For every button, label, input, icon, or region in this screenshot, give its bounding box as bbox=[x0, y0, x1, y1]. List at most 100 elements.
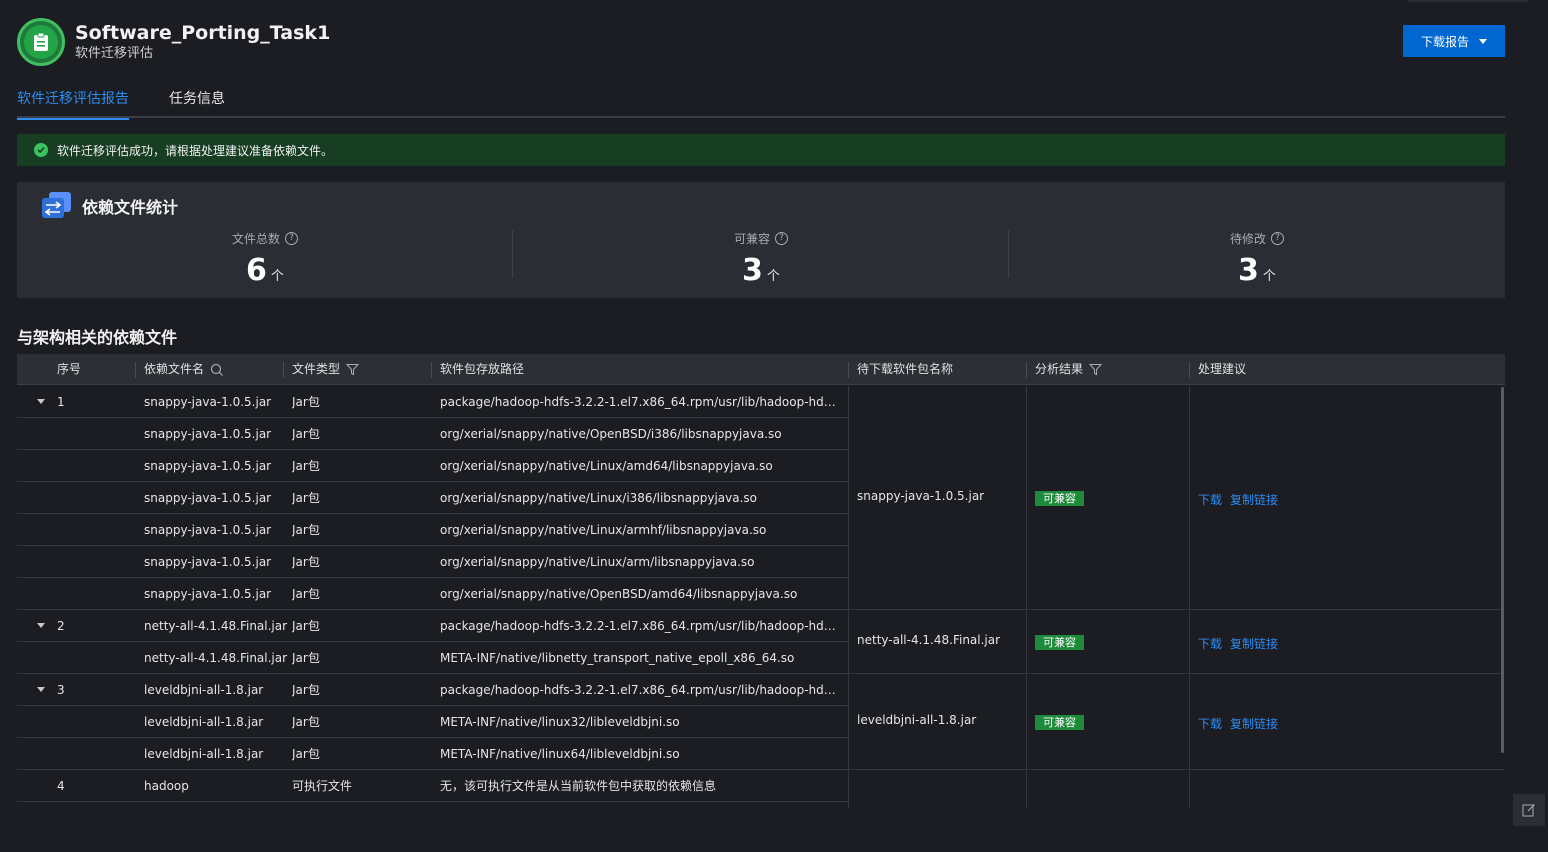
expand-row-icon[interactable] bbox=[37, 687, 45, 692]
dependency-name: netty-all-4.1.48.Final.jar bbox=[144, 651, 288, 665]
table-row: 1 snappy-java-1.0.5.jar Jar包 package/hadoop… bbox=[17, 386, 849, 418]
search-icon[interactable] bbox=[210, 363, 224, 377]
stat-total-value: 6 bbox=[246, 253, 267, 288]
row-number bbox=[57, 642, 127, 674]
package-path: org/xerial/snappy/native/Linux/i386/libs… bbox=[440, 491, 757, 505]
expand-row-icon[interactable] bbox=[37, 399, 45, 404]
table-scrollbar[interactable] bbox=[1501, 387, 1504, 753]
col-header-action: 处理建议 bbox=[1198, 362, 1247, 376]
package-path: package/hadoop-hdfs-3.2.2-1.el7.x86_64.r… bbox=[440, 619, 838, 633]
file-type: Jar包 bbox=[292, 491, 320, 505]
task-logo-icon bbox=[17, 18, 65, 66]
table-row: leveldbjni-all-1.8.jar Jar包 META-INF/nativ… bbox=[17, 706, 849, 738]
stat-total-label: 文件总数 bbox=[231, 232, 280, 246]
filter-icon[interactable] bbox=[346, 363, 360, 376]
page-header: Software_Porting_Task1 软件迁移评估 bbox=[17, 17, 330, 67]
stat-to-modify: 待修改? 3个 bbox=[1009, 228, 1505, 288]
table-row: snappy-java-1.0.5.jar Jar包 org/xerial/snap… bbox=[17, 514, 849, 546]
stat-compatible-unit: 个 bbox=[766, 269, 780, 284]
file-type: Jar包 bbox=[292, 395, 320, 409]
row-number bbox=[57, 738, 127, 770]
stat-total-unit: 个 bbox=[270, 269, 284, 284]
section-title: 与架构相关的依赖文件 bbox=[17, 328, 178, 347]
filter-icon[interactable] bbox=[1089, 363, 1103, 376]
check-circle-icon bbox=[34, 143, 48, 157]
download-link[interactable]: 下载 bbox=[1198, 491, 1222, 508]
table-header: 序号 依赖文件名 文件类型 软件包存放路径 待下载软件包名称 分析结果 处理建议 bbox=[17, 354, 1505, 385]
alert-text: 软件迁移评估成功，请根据处理建议准备依赖文件。 bbox=[57, 143, 334, 158]
table-row: snappy-java-1.0.5.jar Jar包 org/xerial/snap… bbox=[17, 482, 849, 514]
col-header-type: 文件类型 bbox=[292, 354, 360, 385]
download-report-label: 下载报告 bbox=[1420, 34, 1469, 49]
file-type: Jar包 bbox=[292, 747, 320, 761]
file-type: Jar包 bbox=[292, 683, 320, 697]
feedback-button[interactable] bbox=[1513, 794, 1545, 826]
file-type: Jar包 bbox=[292, 651, 320, 665]
result-badge: 可兼容 bbox=[1035, 491, 1084, 506]
table-row: snappy-java-1.0.5.jar Jar包 org/xerial/snap… bbox=[17, 578, 849, 610]
package-path: org/xerial/snappy/native/Linux/arm/libsn… bbox=[440, 555, 755, 569]
help-icon[interactable]: ? bbox=[1271, 232, 1284, 245]
success-alert: 软件迁移评估成功，请根据处理建议准备依赖文件。 bbox=[17, 134, 1505, 166]
table-row: netty-all-4.1.48.Final.jar Jar包 META-INF/n… bbox=[17, 642, 849, 674]
file-type: Jar包 bbox=[292, 459, 320, 473]
col-header-no: 序号 bbox=[57, 362, 82, 376]
dependency-table: 序号 依赖文件名 文件类型 软件包存放路径 待下载软件包名称 分析结果 处理建议… bbox=[17, 354, 1505, 808]
dependency-name: hadoop bbox=[144, 779, 189, 793]
copy-link[interactable]: 复制链接 bbox=[1230, 715, 1278, 732]
row-number bbox=[57, 546, 127, 578]
stat-to-modify-value: 3 bbox=[1238, 253, 1259, 288]
file-type: Jar包 bbox=[292, 555, 320, 569]
tab-task-info[interactable]: 任务信息 bbox=[169, 88, 225, 108]
row-number: 2 bbox=[57, 619, 65, 633]
row-number bbox=[57, 482, 127, 514]
help-icon[interactable]: ? bbox=[775, 232, 788, 245]
expand-row-icon[interactable] bbox=[37, 623, 45, 628]
dependency-name: leveldbjni-all-1.8.jar bbox=[144, 747, 264, 761]
package-path: 无，该可执行文件是从当前软件包中获取的依赖信息 bbox=[440, 779, 717, 793]
dependency-name: snappy-java-1.0.5.jar bbox=[144, 459, 272, 473]
dependency-name: snappy-java-1.0.5.jar bbox=[144, 555, 272, 569]
file-type: 可执行文件 bbox=[292, 779, 353, 793]
row-number bbox=[57, 578, 127, 610]
download-report-button[interactable]: 下载报告 bbox=[1403, 25, 1505, 57]
table-row: 4 hadoop 可执行文件 无，该可执行文件是从当前软件包中获取的依赖信息 bbox=[17, 770, 849, 802]
stat-to-modify-unit: 个 bbox=[1262, 269, 1276, 284]
package-name: leveldbjni-all-1.8.jar bbox=[857, 713, 977, 727]
dependency-name: leveldbjni-all-1.8.jar bbox=[144, 715, 264, 729]
table-row: snappy-java-1.0.5.jar Jar包 org/xerial/snap… bbox=[17, 450, 849, 482]
package-path: org/xerial/snappy/native/Linux/armhf/lib… bbox=[440, 523, 767, 537]
stat-compatible-value: 3 bbox=[742, 253, 763, 288]
top-strip bbox=[1408, 0, 1528, 2]
download-link[interactable]: 下载 bbox=[1198, 635, 1222, 652]
row-number bbox=[57, 706, 127, 738]
package-path: org/xerial/snappy/native/Linux/amd64/lib… bbox=[440, 459, 773, 473]
dependency-stats-panel: 依赖文件统计 文件总数? 6个 可兼容? 3个 待修改? 3个 bbox=[17, 182, 1505, 298]
dependency-name: snappy-java-1.0.5.jar bbox=[144, 523, 272, 537]
dependency-name: snappy-java-1.0.5.jar bbox=[144, 587, 272, 601]
copy-link[interactable]: 复制链接 bbox=[1230, 635, 1278, 652]
result-badge: 可兼容 bbox=[1035, 635, 1084, 650]
col-header-path: 软件包存放路径 bbox=[440, 362, 525, 376]
stat-total: 文件总数? 6个 bbox=[17, 228, 513, 288]
tab-report[interactable]: 软件迁移评估报告 bbox=[17, 88, 129, 120]
dependency-name: snappy-java-1.0.5.jar bbox=[144, 491, 272, 505]
col-header-result: 分析结果 bbox=[1035, 354, 1103, 385]
package-path: package/hadoop-hdfs-3.2.2-1.el7.x86_64.r… bbox=[440, 683, 838, 697]
download-link[interactable]: 下载 bbox=[1198, 715, 1222, 732]
help-icon[interactable]: ? bbox=[285, 232, 298, 245]
file-type: Jar包 bbox=[292, 715, 320, 729]
stat-compatible-label: 可兼容 bbox=[733, 232, 770, 246]
row-number: 3 bbox=[57, 683, 65, 697]
package-path: META-INF/native/linux32/libleveldbjni.so bbox=[440, 715, 680, 729]
file-type: Jar包 bbox=[292, 619, 320, 633]
dependency-name: snappy-java-1.0.5.jar bbox=[144, 427, 272, 441]
package-name: netty-all-4.1.48.Final.jar bbox=[857, 633, 1001, 647]
package-path: package/hadoop-hdfs-3.2.2-1.el7.x86_64.r… bbox=[440, 395, 838, 409]
package-path: META-INF/native/linux64/libleveldbjni.so bbox=[440, 747, 680, 761]
stat-compatible: 可兼容? 3个 bbox=[513, 228, 1009, 288]
dependency-name: snappy-java-1.0.5.jar bbox=[144, 395, 272, 409]
page-subtitle: 软件迁移评估 bbox=[75, 46, 154, 61]
copy-link[interactable]: 复制链接 bbox=[1230, 491, 1278, 508]
col-header-name: 依赖文件名 bbox=[144, 354, 224, 385]
